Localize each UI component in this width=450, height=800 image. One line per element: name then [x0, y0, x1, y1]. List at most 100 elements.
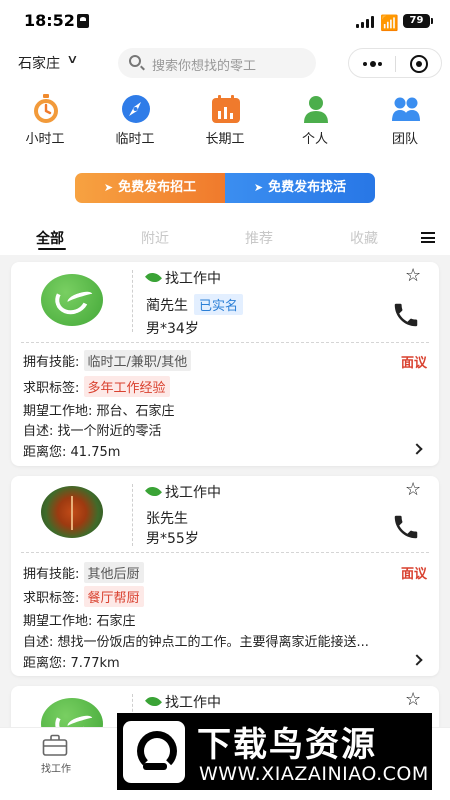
category-long-term[interactable]: 长期工	[195, 94, 255, 150]
distance-value: 7.77km	[70, 656, 120, 671]
city-selector[interactable]: 石家庄	[18, 53, 60, 73]
skill-tag: 临时工/兼职/其他	[83, 350, 192, 371]
tags-label: 求职标签:	[23, 591, 80, 606]
capsule-divider	[395, 56, 396, 72]
menu-icon[interactable]	[421, 232, 435, 243]
star-icon[interactable]: ☆	[405, 479, 421, 500]
watermark: 下载鸟资源 WWW.XIAZAINIAO.COM	[117, 713, 432, 790]
location-label: 期望工作地:	[23, 614, 93, 629]
team-icon	[392, 97, 420, 121]
active-tab-underline	[38, 248, 66, 250]
divider	[132, 484, 133, 546]
battery-icon: 79	[403, 14, 433, 28]
paper-plane-icon: ➤	[103, 181, 114, 194]
tab-favorites[interactable]: 收藏	[350, 228, 378, 248]
signal-icon	[356, 16, 376, 28]
intro-row: 自述: 想找一份饭店的钟点工的工作。主要得离家近能接送...	[23, 631, 369, 650]
job-status: 找工作中	[145, 692, 221, 712]
search-icon	[129, 55, 141, 67]
location-row: 期望工作地: 石家庄	[23, 610, 136, 629]
chevron-right-icon[interactable]	[411, 443, 423, 455]
divider	[21, 342, 429, 343]
divider	[21, 552, 429, 553]
location-row: 期望工作地: 邢台、石家庄	[23, 400, 175, 419]
distance-label: 距离您:	[23, 445, 67, 460]
tags-label: 求职标签:	[23, 381, 80, 396]
distance-label: 距离您:	[23, 656, 67, 671]
salary-text: 面议	[400, 356, 427, 371]
category-individual[interactable]: 个人	[285, 94, 345, 150]
distance-value: 41.75m	[70, 445, 121, 460]
distance-row: 距离您: 41.75m	[23, 441, 120, 460]
sim-card-icon	[77, 14, 89, 28]
publish-find-work-button[interactable]: ➤ 免费发布找活	[225, 173, 375, 203]
bird-logo-icon	[123, 721, 185, 783]
briefcase-icon	[42, 734, 68, 756]
skills-row: 拥有技能: 其他后厨	[23, 562, 144, 583]
skills-label: 拥有技能:	[23, 567, 80, 582]
category-team[interactable]: 团队	[375, 94, 435, 150]
worker-name: 蔺先生 已实名	[146, 294, 244, 315]
gender-age: 男*34岁	[146, 321, 199, 337]
chevron-right-icon[interactable]	[411, 654, 423, 666]
worker-card[interactable]: 找工作中 ☆ 蔺先生 已实名 男*34岁 拥有技能: 临时工/兼职/其他 面议 求…	[11, 262, 439, 466]
search-input[interactable]: 搜索你想找的零工	[118, 48, 316, 78]
filter-tabs: 全部 附近 推荐 收藏	[0, 226, 450, 252]
divider	[132, 270, 133, 332]
category-label: 个人	[301, 132, 328, 147]
phone-icon[interactable]	[391, 512, 421, 542]
paper-plane-icon: ➤	[253, 181, 264, 194]
job-tags-row: 求职标签: 多年工作经验	[23, 376, 170, 397]
star-icon[interactable]: ☆	[405, 689, 421, 710]
name-text: 蔺先生	[146, 298, 188, 314]
status-time: 18:52	[24, 11, 75, 30]
intro-value: 找一个附近的零活	[57, 424, 162, 439]
status-text: 找工作中	[165, 485, 221, 501]
chevron-down-icon[interactable]: ∨	[66, 52, 78, 66]
skills-row: 拥有技能: 临时工/兼职/其他	[23, 350, 192, 371]
job-status: 找工作中	[145, 482, 221, 502]
star-icon[interactable]: ☆	[405, 265, 421, 286]
intro-label: 自述:	[23, 635, 54, 650]
intro-row: 自述: 找一个附近的零活	[23, 420, 162, 439]
gender-age: 男*55岁	[146, 531, 199, 547]
nav-find-work[interactable]: 找工作	[34, 734, 78, 778]
worker-card[interactable]: 找工作中 ☆ 张先生 男*55岁 拥有技能: 其他后厨 面议 求职标签: 餐厅帮…	[11, 476, 439, 676]
category-hourly[interactable]: 小时工	[15, 94, 75, 150]
publish-find-label: 免费发布找活	[268, 180, 347, 195]
status-text: 找工作中	[165, 271, 221, 287]
skill-tag: 其他后厨	[83, 562, 144, 583]
intro-value: 想找一份饭店的钟点工的工作。主要得离家近能接送...	[57, 635, 369, 650]
watermark-title: 下载鸟资源	[197, 725, 377, 765]
job-tag: 餐厅帮厨	[83, 586, 144, 607]
intro-label: 自述:	[23, 424, 54, 439]
leaf-icon	[145, 693, 162, 710]
header-row: 石家庄 ∨ 搜索你想找的零工	[0, 46, 450, 80]
watermark-url: WWW.XIAZAINIAO.COM	[199, 763, 429, 785]
phone-icon[interactable]	[391, 300, 421, 330]
compass-icon	[122, 95, 150, 123]
category-label: 长期工	[205, 132, 245, 147]
person-icon	[304, 96, 328, 123]
leaf-icon	[145, 483, 162, 500]
more-dots-icon[interactable]	[363, 61, 383, 67]
tab-nearby[interactable]: 附近	[141, 228, 169, 248]
publish-recruit-label: 免费发布招工	[118, 180, 197, 195]
tab-recommended[interactable]: 推荐	[245, 228, 273, 248]
worker-name: 张先生	[146, 511, 188, 527]
distance-row: 距离您: 7.77km	[23, 652, 120, 671]
category-label: 临时工	[115, 132, 155, 147]
status-bar: 18:52 📶 79	[0, 0, 450, 44]
top-area: 18:52 📶 79 石家庄 ∨ 搜索你想找的零工 小时工 临时工 长期工 个人…	[0, 0, 450, 255]
status-text: 找工作中	[165, 695, 221, 711]
tab-all[interactable]: 全部	[36, 228, 64, 248]
avatar	[41, 274, 103, 326]
category-temporary[interactable]: 临时工	[105, 94, 165, 150]
nav-label: 找工作	[41, 764, 71, 775]
close-target-icon[interactable]	[410, 55, 428, 73]
category-label: 小时工	[25, 132, 65, 147]
publish-buttons: ➤ 免费发布招工 ➤ 免费发布找活	[75, 173, 375, 203]
category-nav: 小时工 临时工 长期工 个人 团队	[0, 94, 450, 150]
job-tag: 多年工作经验	[83, 376, 170, 397]
publish-recruit-button[interactable]: ➤ 免费发布招工	[75, 173, 225, 203]
